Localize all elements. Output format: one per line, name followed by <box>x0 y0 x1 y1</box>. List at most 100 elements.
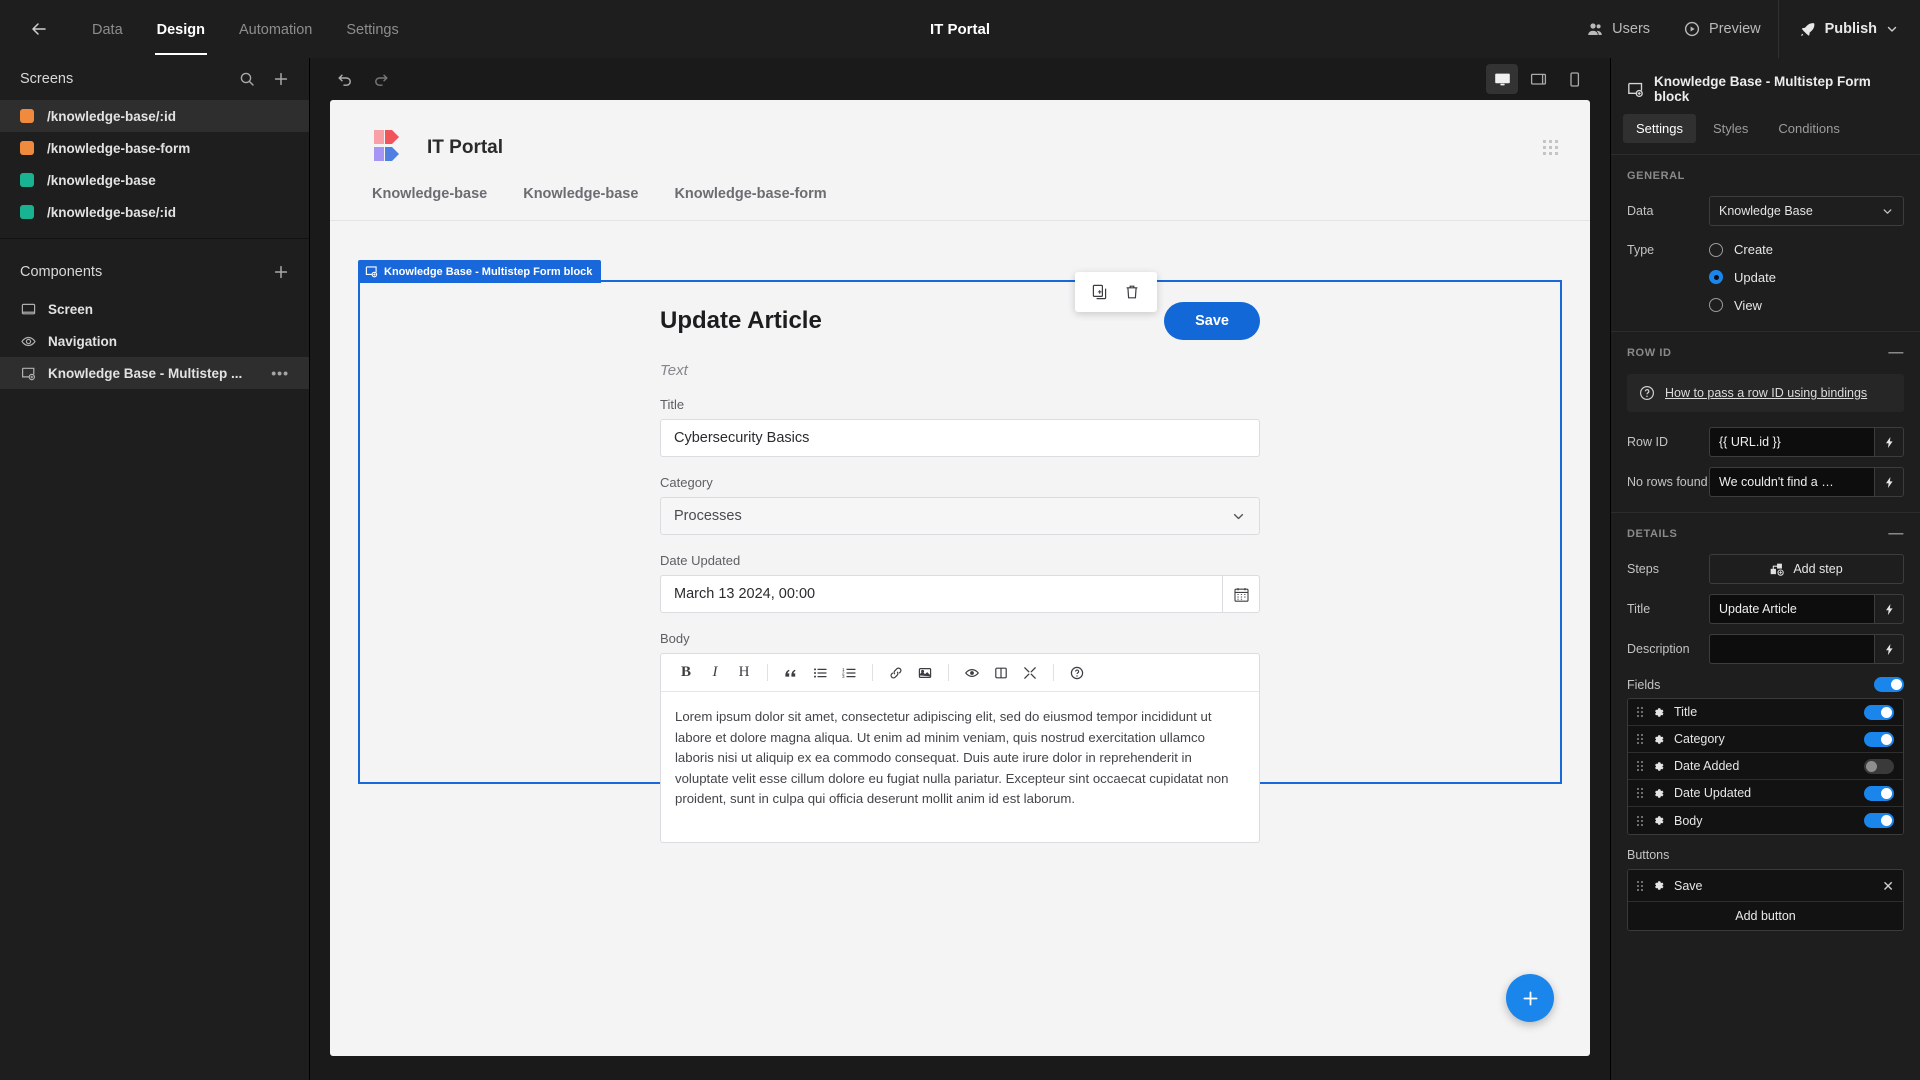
mobile-icon[interactable] <box>1558 64 1590 94</box>
sidebar-screen-3[interactable]: /knowledge-base/:id <box>0 196 309 228</box>
tablet-icon[interactable] <box>1522 64 1554 94</box>
field-row-date-updated[interactable]: Date Updated <box>1628 780 1903 807</box>
field-row-date-updated-toggle[interactable] <box>1864 785 1894 801</box>
add-button-button[interactable]: Add button <box>1628 902 1903 930</box>
sidebar-component-screen[interactable]: Screen <box>0 293 309 325</box>
heading-icon[interactable]: H <box>731 660 757 686</box>
drag-handle-icon[interactable] <box>1637 815 1643 826</box>
duplicate-icon[interactable] <box>1087 281 1113 303</box>
field-category: Category Processes <box>660 475 1260 535</box>
title-input[interactable]: Cybersecurity Basics <box>660 419 1260 457</box>
field-row-body[interactable]: Body <box>1628 807 1903 834</box>
fullscreen-icon[interactable] <box>1017 660 1043 686</box>
preview-nav-link-2[interactable]: Knowledge-base-form <box>674 186 826 202</box>
gear-icon[interactable] <box>1652 733 1665 746</box>
link-icon[interactable] <box>883 660 909 686</box>
field-row-date-added[interactable]: Date Added <box>1628 753 1903 780</box>
eye-icon[interactable] <box>959 660 985 686</box>
steps-label: Steps <box>1627 562 1659 576</box>
undo-icon[interactable] <box>330 64 360 94</box>
sidebar-screen-2[interactable]: /knowledge-base <box>0 164 309 196</box>
gear-icon[interactable] <box>1652 787 1665 800</box>
back-arrow-icon[interactable] <box>22 12 56 46</box>
nav-tab-automation[interactable]: Automation <box>225 4 326 55</box>
bold-icon[interactable]: B <box>673 660 699 686</box>
nav-tab-design[interactable]: Design <box>143 4 219 55</box>
desktop-icon[interactable] <box>1486 64 1518 94</box>
drag-handle-icon[interactable] <box>1637 788 1643 798</box>
field-row-title-toggle[interactable] <box>1864 704 1894 720</box>
help-icon[interactable] <box>1064 660 1090 686</box>
body-editor-content[interactable]: Lorem ipsum dolor sit amet, consectetur … <box>661 692 1259 842</box>
search-icon[interactable] <box>239 71 255 87</box>
gear-icon[interactable] <box>1652 706 1665 719</box>
add-step-button[interactable]: Add step <box>1709 554 1904 584</box>
preview-nav-link-1[interactable]: Knowledge-base <box>523 186 638 202</box>
numbered-list-icon[interactable]: 1 2 3 <box>836 660 862 686</box>
publish-button[interactable]: Publish <box>1779 0 1920 58</box>
binding-lightning-icon[interactable] <box>1874 467 1904 497</box>
sidebar-screen-0[interactable]: /knowledge-base/:id <box>0 100 309 132</box>
field-row-title[interactable]: Title <box>1628 699 1903 726</box>
drag-handle-icon[interactable] <box>1543 140 1558 155</box>
screens-header: Screens <box>0 58 309 100</box>
button-row-save[interactable]: Save ✕ <box>1628 870 1903 902</box>
no-rows-found-input[interactable]: We couldn't find a … <box>1709 467 1874 497</box>
preview-nav-link-0[interactable]: Knowledge-base <box>372 186 487 202</box>
binding-lightning-icon[interactable] <box>1874 594 1904 624</box>
data-source-select[interactable]: Knowledge Base <box>1709 196 1904 226</box>
binding-lightning-icon[interactable] <box>1874 634 1904 664</box>
tab-styles[interactable]: Styles <box>1700 114 1761 143</box>
add-component-icon[interactable] <box>273 264 289 280</box>
drag-handle-icon[interactable] <box>1637 734 1643 744</box>
fields-master-toggle[interactable] <box>1874 677 1904 692</box>
gear-icon[interactable] <box>1652 879 1665 892</box>
trash-icon[interactable] <box>1119 281 1145 303</box>
data-source-value: Knowledge Base <box>1719 204 1813 218</box>
add-block-fab-button[interactable] <box>1506 974 1554 1022</box>
sidebar-screen-1[interactable]: /knowledge-base-form <box>0 132 309 164</box>
radio-update[interactable] <box>1709 270 1723 284</box>
detail-title-input[interactable]: Update Article <box>1709 594 1874 624</box>
users-button[interactable]: Users <box>1570 0 1667 58</box>
bullet-list-icon[interactable] <box>807 660 833 686</box>
form-save-button[interactable]: Save <box>1164 302 1260 340</box>
field-row-title-label: Title <box>1674 705 1698 719</box>
field-row-body-toggle[interactable] <box>1864 813 1894 828</box>
remove-button-icon[interactable]: ✕ <box>1882 879 1894 893</box>
form-inner: Update Article Save Text Title Cybersecu… <box>660 282 1260 843</box>
radio-create[interactable] <box>1709 242 1723 257</box>
detail-title-control: Update Article <box>1709 594 1904 624</box>
gear-icon[interactable] <box>1652 814 1665 827</box>
split-view-icon[interactable] <box>988 660 1014 686</box>
field-row-date-added-toggle[interactable] <box>1864 758 1894 774</box>
tab-conditions[interactable]: Conditions <box>1765 114 1852 143</box>
multistep-form-block[interactable]: Update Article Save Text Title Cybersecu… <box>358 280 1562 843</box>
tab-settings[interactable]: Settings <box>1623 114 1696 143</box>
gear-icon[interactable] <box>1652 760 1665 773</box>
drag-handle-icon[interactable] <box>1637 707 1643 717</box>
field-row-category[interactable]: Category <box>1628 726 1903 753</box>
redo-icon[interactable] <box>366 64 396 94</box>
rowid-help-link[interactable]: How to pass a row ID using bindings <box>1665 386 1867 400</box>
binding-lightning-icon[interactable] <box>1874 427 1904 457</box>
nav-tab-data[interactable]: Data <box>78 4 137 55</box>
radio-view[interactable] <box>1709 298 1723 312</box>
italic-icon[interactable]: I <box>702 660 728 686</box>
sidebar-component-multistep-form[interactable]: Knowledge Base - Multistep ... ••• <box>0 357 309 389</box>
category-select[interactable]: Processes <box>660 497 1260 535</box>
image-icon[interactable] <box>912 660 938 686</box>
drag-handle-icon[interactable] <box>1637 761 1643 771</box>
preview-button[interactable]: Preview <box>1667 0 1778 58</box>
field-row-category-toggle[interactable] <box>1864 731 1894 747</box>
date-updated-input[interactable]: March 13 2024, 00:00 <box>660 575 1222 613</box>
component-more-menu-icon[interactable]: ••• <box>271 365 289 381</box>
detail-description-input[interactable] <box>1709 634 1874 664</box>
drag-handle-icon[interactable] <box>1637 880 1643 891</box>
nav-tab-settings[interactable]: Settings <box>332 4 412 55</box>
calendar-icon[interactable] <box>1222 575 1260 613</box>
add-screen-icon[interactable] <box>273 71 289 87</box>
sidebar-component-navigation[interactable]: Navigation <box>0 325 309 357</box>
rowid-input[interactable]: {{ URL.id }} <box>1709 427 1874 457</box>
quote-icon[interactable] <box>778 660 804 686</box>
